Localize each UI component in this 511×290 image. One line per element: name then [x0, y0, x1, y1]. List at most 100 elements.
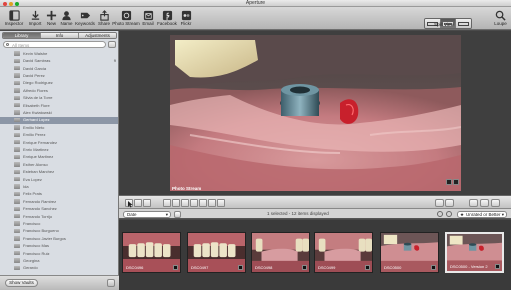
- inspector-button[interactable]: Inspector: [2, 8, 26, 29]
- library-list-item[interactable]: Silvia de la Torre: [0, 94, 118, 101]
- library-list-item[interactable]: Enrique Fernandez: [0, 139, 118, 146]
- library-list-item[interactable]: Gerhard Lopez: [0, 116, 118, 124]
- share-button[interactable]: Share: [96, 8, 112, 29]
- import-button[interactable]: Import: [26, 8, 44, 29]
- filmstrip-thumbnail[interactable]: DSC0497: [187, 232, 246, 273]
- more-tools-button[interactable]: [217, 199, 225, 207]
- project-icon: [14, 95, 20, 101]
- filter-icon[interactable]: [437, 211, 443, 217]
- thumbnail-label: DSC0497: [191, 265, 209, 270]
- rotate-tool-button[interactable]: [199, 199, 207, 207]
- tab-library[interactable]: Library: [3, 33, 41, 38]
- main-photo[interactable]: [170, 35, 461, 191]
- filmstrip-thumbnail[interactable]: DSC0500 - Version 2: [445, 232, 504, 273]
- loupe-button[interactable]: Loupe: [492, 8, 509, 29]
- filmstrip-view-button[interactable]: [469, 199, 478, 207]
- facebook-button[interactable]: Facebook: [156, 8, 178, 29]
- library-list-item[interactable]: David Garcia: [0, 65, 118, 72]
- stamp-tool-button[interactable]: [143, 199, 151, 207]
- library-list: Kevin Walshe David Sambras 9 David Garcia Da…: [0, 50, 119, 290]
- library-item-name: Alfredo Flores: [23, 87, 48, 93]
- straighten-tool-button[interactable]: [190, 199, 198, 207]
- library-list-item[interactable]: Esther Alonso: [0, 161, 118, 168]
- browser-toolbar: [119, 195, 511, 209]
- library-list-item[interactable]: Felix Prats: [0, 191, 118, 198]
- library-list-item[interactable]: Eva Lopez: [0, 176, 118, 183]
- sort-select[interactable]: Date ▾: [123, 210, 171, 218]
- project-icon: [14, 88, 20, 93]
- share-icon: [99, 10, 109, 21]
- project-icon: [14, 154, 20, 160]
- crop-tool-button[interactable]: [181, 199, 189, 207]
- grid-view-button[interactable]: [435, 199, 444, 207]
- search-options-icon[interactable]: [446, 211, 452, 217]
- library-item-name: Gerardo: [23, 265, 38, 271]
- library-list-item[interactable]: Francisco Burgueno: [0, 228, 118, 235]
- library-list-item[interactable]: Francisco: [0, 220, 118, 227]
- library-list-item[interactable]: Fernando Ramirez: [0, 198, 118, 205]
- retouch-tool-button[interactable]: [163, 199, 171, 207]
- library-list-item[interactable]: Alex Kwiatowski: [0, 109, 118, 116]
- project-icon: [14, 169, 20, 175]
- filmstrip-thumbnail[interactable]: DSC0500: [380, 232, 439, 273]
- new-label: New: [46, 21, 56, 26]
- email-button[interactable]: Email: [140, 8, 156, 29]
- browser-grid-button[interactable]: [480, 199, 489, 207]
- photo-stream-button[interactable]: Photo Stream: [112, 8, 140, 29]
- library-item-name: Felix Prats: [23, 191, 42, 197]
- library-search-field[interactable]: All Items: [3, 41, 106, 48]
- new-button[interactable]: New: [44, 8, 59, 29]
- library-list-item[interactable]: Enric Martinez: [0, 146, 118, 153]
- library-item-name: Silvia de la Torre: [23, 95, 53, 101]
- project-icon: [14, 206, 20, 212]
- library-item-name: Diego Rodriguez: [23, 80, 53, 86]
- eye-tool-button[interactable]: [208, 199, 216, 207]
- library-item-name: Emilio Nieto: [23, 124, 45, 130]
- filmstrip-thumbnail[interactable]: DSC0496: [122, 232, 181, 273]
- library-item-name: Alex Kwiatowski: [23, 109, 52, 115]
- title-bar: Aperture: [0, 0, 511, 7]
- keywords-button[interactable]: Keywords: [74, 8, 96, 29]
- show-vaults-button[interactable]: Show Vaults: [5, 279, 38, 287]
- library-list-item[interactable]: Francisco Javier Burgos: [0, 235, 118, 242]
- library-list-item[interactable]: Emilio Perez: [0, 131, 118, 138]
- brush-tool-button[interactable]: [172, 199, 180, 207]
- list-view-button[interactable]: [445, 199, 454, 207]
- library-list-item[interactable]: Gerardo: [0, 265, 118, 272]
- library-list-item[interactable]: David Perez: [0, 72, 118, 79]
- library-list-item[interactable]: Ida: [0, 183, 118, 190]
- sidebar-settings-icon[interactable]: [107, 279, 115, 287]
- library-list-item[interactable]: Francisco Mas: [0, 242, 118, 249]
- photo-stream-icon: [121, 10, 131, 21]
- library-list-item[interactable]: Diego Rodriguez: [0, 80, 118, 87]
- library-list-item[interactable]: Francisco Ruiz: [0, 250, 118, 257]
- library-list-item[interactable]: David Sambras 9: [0, 57, 118, 64]
- library-list-item[interactable]: Kevin Walshe: [0, 50, 118, 57]
- library-list-item[interactable]: Fernando Torrijo: [0, 213, 118, 220]
- share-label: Share: [97, 21, 110, 26]
- select-tool-button[interactable]: [125, 199, 133, 208]
- lift-tool-button[interactable]: [134, 199, 142, 207]
- thumbnail-badge-icon: [495, 264, 500, 269]
- library-list-item[interactable]: Enrique Martinez: [0, 154, 118, 161]
- library-list-item[interactable]: Fernando Sanchez: [0, 205, 118, 212]
- library-list-item[interactable]: Esteban Marchez: [0, 168, 118, 175]
- browser-list-button[interactable]: [491, 199, 500, 207]
- rating-filter-select[interactable]: ★ Unrated or Better ▾: [457, 210, 507, 218]
- tab-adjustments[interactable]: Adjustments: [79, 33, 116, 38]
- import-icon: [31, 10, 39, 20]
- facebook-icon: [162, 10, 172, 21]
- filmstrip-thumbnail[interactable]: DSC0498: [251, 232, 310, 273]
- sidebar-action-button[interactable]: [108, 41, 116, 48]
- filmstrip: DSC0496 DSC0497 DSC0498 DSC0499 DSC0500 DSC05…: [119, 220, 511, 290]
- viewer-view-button[interactable]: [456, 19, 471, 28]
- library-list-item[interactable]: Alfredo Flores: [0, 87, 118, 94]
- sort-direction-button[interactable]: [174, 210, 181, 218]
- library-list-item[interactable]: Emilio Nieto: [0, 124, 118, 131]
- tab-info[interactable]: Info: [41, 33, 79, 38]
- library-list-item[interactable]: Georgina: [0, 257, 118, 264]
- flickr-button[interactable]: Flickr: [178, 8, 194, 29]
- filmstrip-thumbnail[interactable]: DSC0499: [314, 232, 373, 273]
- name-button[interactable]: Name: [59, 8, 74, 29]
- library-list-item[interactable]: Elisabeth Flore: [0, 102, 118, 109]
